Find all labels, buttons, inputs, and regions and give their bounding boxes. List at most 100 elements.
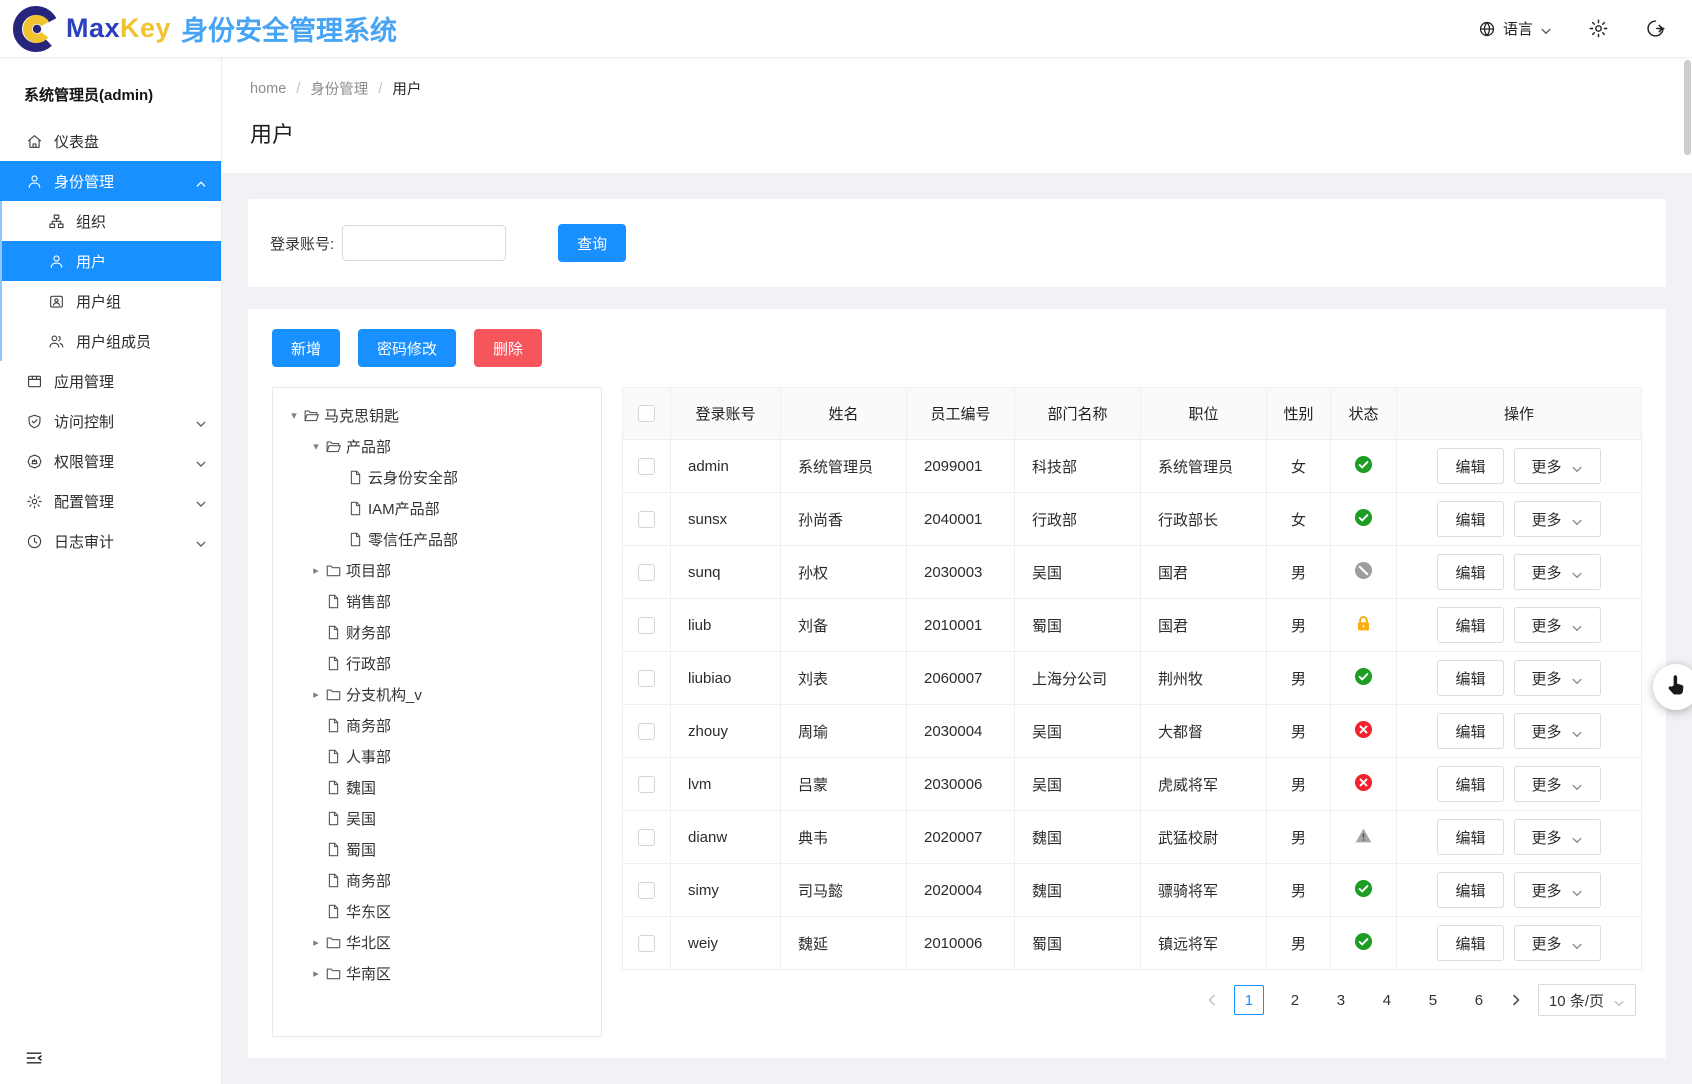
tree-node[interactable]: ▸ 华北区 — [281, 927, 593, 958]
edit-button[interactable]: 编辑 — [1437, 554, 1503, 590]
sidebar-collapse-icon[interactable] — [24, 1048, 44, 1068]
tree-expander-icon[interactable]: ▸ — [307, 936, 325, 949]
sidebar-item-audit[interactable]: 日志审计 — [0, 521, 221, 561]
pagination-page-1[interactable]: 1 — [1234, 985, 1264, 1015]
pagination-next-icon[interactable] — [1510, 994, 1522, 1006]
scrollbar-thumb[interactable] — [1684, 60, 1691, 155]
sidebar-item-identity[interactable]: 身份管理 — [0, 161, 221, 201]
delete-button[interactable]: 删除 — [474, 329, 542, 367]
page-size-select[interactable]: 10 条/页 — [1538, 984, 1636, 1016]
tree-node[interactable]: 蜀国 — [281, 834, 593, 865]
sidebar-item-permissions[interactable]: 权限管理 — [0, 441, 221, 481]
tree-expander-icon[interactable]: ▸ — [307, 967, 325, 980]
row-checkbox[interactable] — [638, 670, 655, 687]
login-account-input[interactable] — [342, 225, 506, 261]
edit-button[interactable]: 编辑 — [1437, 448, 1503, 484]
tree-expander-icon[interactable]: ▾ — [307, 440, 325, 453]
tree-node[interactable]: ▾ 马克思钥匙 — [281, 400, 593, 431]
tree-node[interactable]: ▸ 分支机构_v — [281, 679, 593, 710]
sidebar-item-org[interactable]: 组织 — [0, 201, 221, 241]
pagination-page-3[interactable]: 3 — [1326, 985, 1356, 1015]
sidebar-item-access-control[interactable]: 访问控制 — [0, 401, 221, 441]
pagination-page-2[interactable]: 2 — [1280, 985, 1310, 1015]
pagination-prev-icon[interactable] — [1206, 994, 1218, 1006]
sidebar-item-apps[interactable]: 应用管理 — [0, 361, 221, 401]
more-button[interactable]: 更多 — [1514, 925, 1601, 961]
tree-node[interactable]: 吴国 — [281, 803, 593, 834]
row-checkbox[interactable] — [638, 829, 655, 846]
tree-expander-icon[interactable]: ▾ — [285, 409, 303, 422]
tree-node[interactable]: 商务部 — [281, 710, 593, 741]
language-selector[interactable]: 语言 — [1478, 18, 1552, 39]
more-button[interactable]: 更多 — [1514, 872, 1601, 908]
tree-node[interactable]: 云身份安全部 — [281, 462, 593, 493]
tree-expander-icon[interactable]: ▸ — [307, 688, 325, 701]
tree-node-label: 魏国 — [346, 777, 376, 798]
logout-icon[interactable] — [1645, 18, 1666, 39]
pagination-page-4[interactable]: 4 — [1372, 985, 1402, 1015]
edit-button[interactable]: 编辑 — [1437, 819, 1503, 855]
tree-node[interactable]: 人事部 — [281, 741, 593, 772]
chevron-down-icon — [195, 536, 207, 546]
sidebar-item-users[interactable]: 用户 — [0, 241, 221, 281]
edit-button[interactable]: 编辑 — [1437, 607, 1503, 643]
edit-button[interactable]: 编辑 — [1437, 872, 1503, 908]
more-button[interactable]: 更多 — [1514, 819, 1601, 855]
table-row: zhouy 周瑜 2030004 吴国 大都督 男 编辑更多 — [623, 705, 1642, 758]
row-checkbox[interactable] — [638, 935, 655, 952]
sidebar-submenu: 组织 用户 用户组 用户组成员 — [0, 201, 221, 361]
more-button[interactable]: 更多 — [1514, 501, 1601, 537]
row-checkbox[interactable] — [638, 617, 655, 634]
breadcrumb-item[interactable]: home — [250, 81, 286, 97]
sidebar-subitem-label: 组织 — [76, 211, 106, 232]
row-checkbox[interactable] — [638, 776, 655, 793]
toolbar: 新增 密码修改 删除 — [272, 329, 1642, 367]
change-password-button[interactable]: 密码修改 — [358, 329, 456, 367]
tree-node[interactable]: ▾ 产品部 — [281, 431, 593, 462]
edit-button[interactable]: 编辑 — [1437, 925, 1503, 961]
pagination-page-5[interactable]: 5 — [1418, 985, 1448, 1015]
row-checkbox[interactable] — [638, 882, 655, 899]
sidebar-item-dashboard[interactable]: 仪表盘 — [0, 121, 221, 161]
pagination-page-6[interactable]: 6 — [1464, 985, 1494, 1015]
sidebar-item-usergroup[interactable]: 用户组 — [0, 281, 221, 321]
query-button[interactable]: 查询 — [558, 224, 626, 262]
edit-button[interactable]: 编辑 — [1437, 660, 1503, 696]
cell-empno: 2030006 — [907, 758, 1015, 811]
add-button[interactable]: 新增 — [272, 329, 340, 367]
row-checkbox[interactable] — [638, 458, 655, 475]
row-checkbox[interactable] — [638, 723, 655, 740]
tree-node[interactable]: 商务部 — [281, 865, 593, 896]
floating-gesture-button[interactable] — [1653, 664, 1692, 710]
select-all-checkbox[interactable] — [638, 405, 655, 422]
tree-node[interactable]: 销售部 — [281, 586, 593, 617]
cell-gender: 男 — [1267, 811, 1331, 864]
edit-button[interactable]: 编辑 — [1437, 501, 1503, 537]
row-checkbox[interactable] — [638, 564, 655, 581]
edit-button[interactable]: 编辑 — [1437, 766, 1503, 802]
sidebar-item-usergroup-members[interactable]: 用户组成员 — [0, 321, 221, 361]
tree-node[interactable]: 行政部 — [281, 648, 593, 679]
breadcrumb-item[interactable]: 身份管理 — [310, 78, 368, 99]
tree-node[interactable]: 财务部 — [281, 617, 593, 648]
cell-position: 骠骑将军 — [1141, 864, 1267, 917]
row-checkbox[interactable] — [638, 511, 655, 528]
tree-expander-icon[interactable]: ▸ — [307, 564, 325, 577]
cell-status — [1331, 864, 1397, 917]
settings-icon[interactable] — [1588, 18, 1609, 39]
tree-node[interactable]: 华东区 — [281, 896, 593, 927]
more-button[interactable]: 更多 — [1514, 660, 1601, 696]
tree-node[interactable]: IAM产品部 — [281, 493, 593, 524]
tree-node[interactable]: 魏国 — [281, 772, 593, 803]
sidebar-item-config[interactable]: 配置管理 — [0, 481, 221, 521]
column-header: 状态 — [1331, 388, 1397, 440]
edit-button[interactable]: 编辑 — [1437, 713, 1503, 749]
more-button[interactable]: 更多 — [1514, 766, 1601, 802]
tree-node[interactable]: ▸ 项目部 — [281, 555, 593, 586]
more-button[interactable]: 更多 — [1514, 607, 1601, 643]
more-button[interactable]: 更多 — [1514, 713, 1601, 749]
tree-node[interactable]: 零信任产品部 — [281, 524, 593, 555]
more-button[interactable]: 更多 — [1514, 554, 1601, 590]
more-button[interactable]: 更多 — [1514, 448, 1601, 484]
tree-node[interactable]: ▸ 华南区 — [281, 958, 593, 989]
